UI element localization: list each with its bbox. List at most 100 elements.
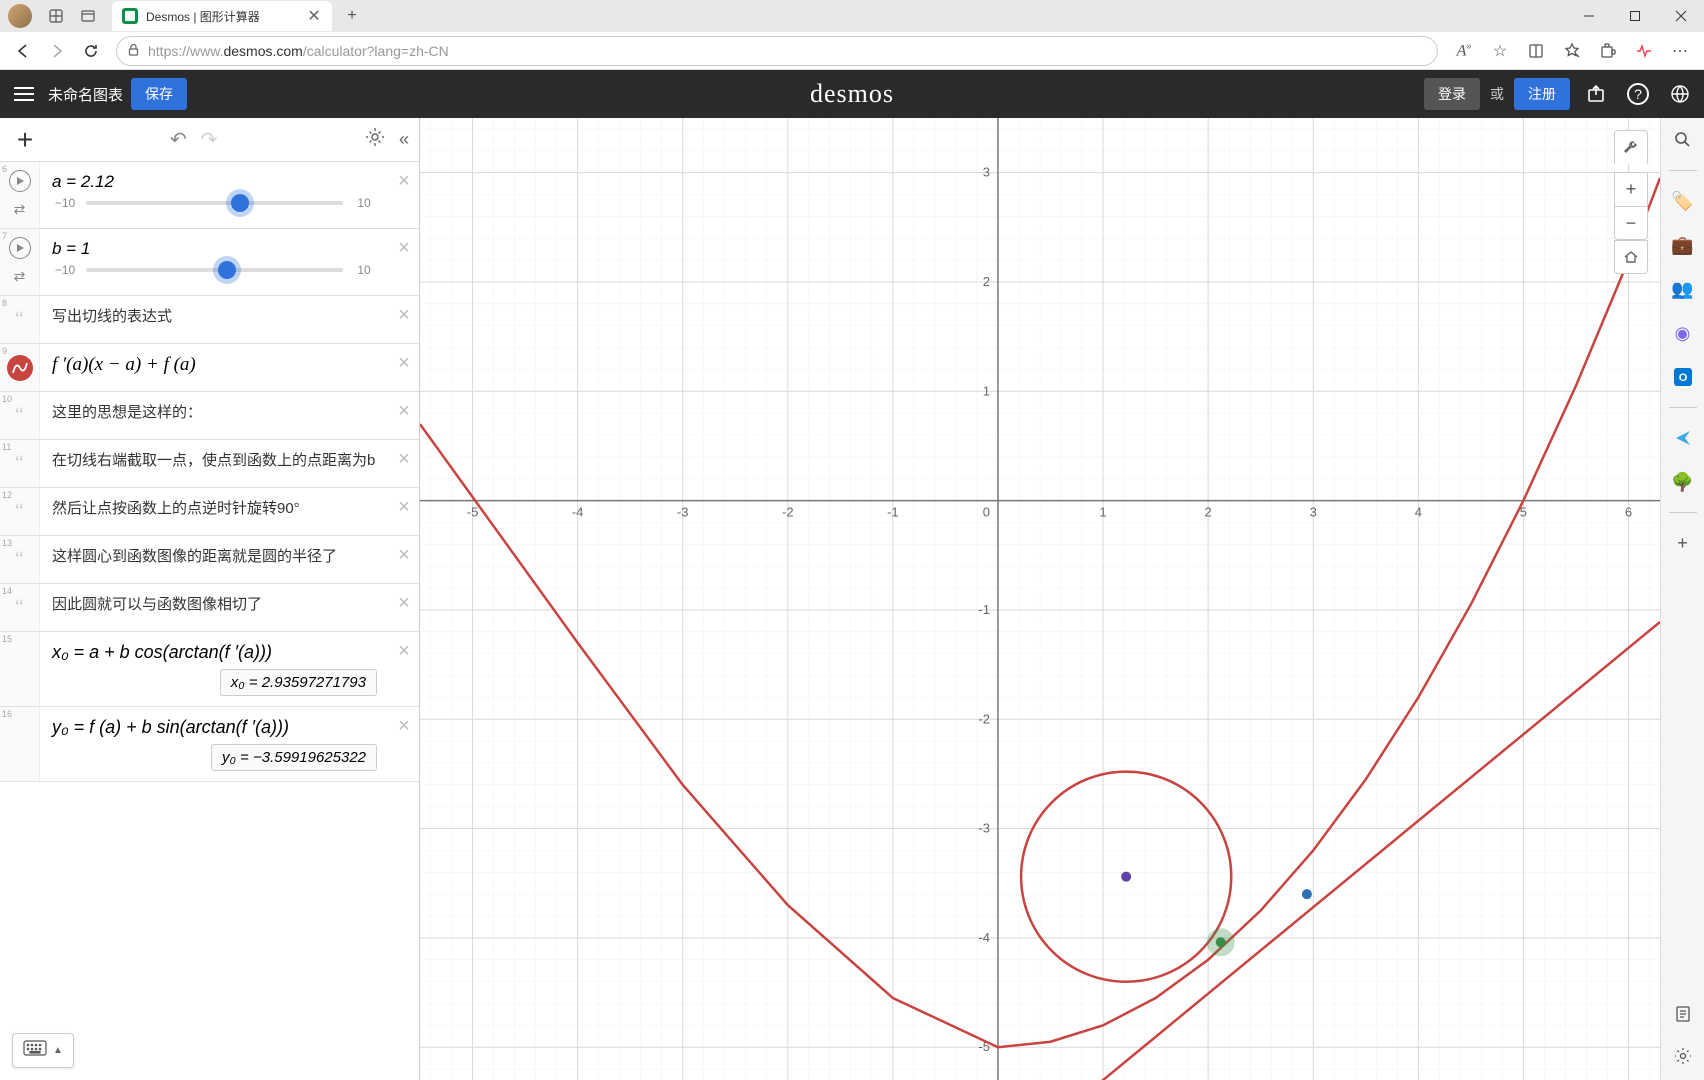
keyboard-toggle[interactable]: ▲	[12, 1033, 74, 1068]
maximize-button[interactable]	[1612, 0, 1658, 32]
signup-button[interactable]: 注册	[1514, 78, 1570, 110]
slider-max[interactable]: 10	[351, 196, 377, 210]
collections-icon[interactable]	[1518, 33, 1554, 69]
row-number: 7	[2, 231, 7, 241]
tools-sidebar-icon[interactable]: 💼	[1669, 231, 1697, 259]
refresh-button[interactable]	[74, 34, 108, 68]
new-tab-button[interactable]: +	[338, 2, 366, 30]
delete-row-icon[interactable]: ×	[389, 707, 419, 781]
add-expression-button[interactable]: +	[10, 124, 40, 156]
delete-row-icon[interactable]: ×	[389, 632, 419, 706]
delete-row-icon[interactable]: ×	[389, 344, 419, 391]
expression-row[interactable]: 7 ⇄ b = 1 −10 10 ×	[0, 229, 419, 296]
expression-row[interactable]: 15 x₀ = a + b cos(arctan(f ′(a))) x₀ = 2…	[0, 632, 419, 707]
expression-row[interactable]: 16 y₀ = f (a) + b sin(arctan(f ′(a))) y₀…	[0, 707, 419, 782]
expression-row[interactable]: 8 “ 写出切线的表达式 ×	[0, 296, 419, 344]
extensions-icon[interactable]	[1590, 33, 1626, 69]
performance-icon[interactable]	[1626, 33, 1662, 69]
zoom-out-button[interactable]: −	[1614, 206, 1648, 240]
language-icon[interactable]	[1664, 78, 1696, 110]
outlook-sidebar-icon[interactable]: O	[1669, 363, 1697, 391]
games-sidebar-icon[interactable]: 👥	[1669, 275, 1697, 303]
expression-row[interactable]: 6 ⇄ a = 2.12 −10 10 ×	[0, 162, 419, 229]
workspaces-icon[interactable]	[40, 0, 72, 32]
expression-text[interactable]: y₀ = f (a) + b sin(arctan(f ′(a)))	[52, 717, 377, 738]
delete-row-icon[interactable]: ×	[389, 229, 419, 295]
graph-settings-icon[interactable]	[1614, 130, 1648, 164]
tree-sidebar-icon[interactable]: 🌳	[1669, 468, 1697, 496]
home-button[interactable]	[1614, 240, 1648, 274]
expression-row[interactable]: 9 f ′(a)(x − a) + f (a) ×	[0, 344, 419, 392]
expression-text[interactable]: x₀ = a + b cos(arctan(f ′(a)))	[52, 642, 377, 663]
or-text: 或	[1490, 84, 1504, 104]
collapse-panel-icon[interactable]: «	[399, 129, 409, 150]
zoom-in-button[interactable]: +	[1614, 172, 1648, 206]
settings-sidebar-icon[interactable]	[1669, 1042, 1697, 1070]
delete-row-icon[interactable]: ×	[389, 440, 419, 487]
tab-desmos[interactable]: Desmos | 图形计算器 ✕	[112, 1, 332, 31]
note-text[interactable]: 因此圆就可以与函数图像相切了	[40, 584, 389, 631]
favorite-icon[interactable]: ☆	[1482, 33, 1518, 69]
settings-icon[interactable]	[365, 127, 385, 152]
expression-text[interactable]: b = 1	[52, 239, 377, 259]
note-sidebar-icon[interactable]	[1669, 1000, 1697, 1028]
save-button[interactable]: 保存	[131, 78, 187, 110]
note-text[interactable]: 这里的思想是这样的：	[40, 392, 389, 439]
slider-min[interactable]: −10	[52, 263, 78, 277]
svg-text:3: 3	[1310, 505, 1317, 520]
share-icon[interactable]	[1580, 78, 1612, 110]
help-icon[interactable]: ?	[1622, 78, 1654, 110]
window-controls	[1566, 0, 1704, 32]
more-icon[interactable]: ⋯	[1662, 33, 1698, 69]
favorites-bar-icon[interactable]	[1554, 33, 1590, 69]
back-button[interactable]	[6, 34, 40, 68]
expression-row[interactable]: 11 “ 在切线右端截取一点，使点到函数上的点距离为b ×	[0, 440, 419, 488]
close-window-button[interactable]	[1658, 0, 1704, 32]
redo-button[interactable]: ↷	[201, 127, 218, 152]
chevron-up-icon: ▲	[53, 1045, 63, 1056]
close-tab-icon[interactable]: ✕	[306, 8, 322, 24]
svg-text:O: O	[1678, 372, 1687, 384]
copilot-sidebar-icon[interactable]: ◉	[1669, 319, 1697, 347]
browser-tabs-bar: Desmos | 图形计算器 ✕ +	[0, 0, 1704, 32]
expression-row[interactable]: 10 “ 这里的思想是这样的： ×	[0, 392, 419, 440]
expression-row[interactable]: 14 “ 因此圆就可以与函数图像相切了 ×	[0, 584, 419, 632]
menu-button[interactable]	[8, 78, 40, 110]
send-sidebar-icon[interactable]	[1669, 424, 1697, 452]
delete-row-icon[interactable]: ×	[389, 536, 419, 583]
expression-row[interactable]: 13 “ 这样圆心到函数图像的距离就是圆的半径了 ×	[0, 536, 419, 584]
delete-row-icon[interactable]: ×	[389, 392, 419, 439]
slider[interactable]	[86, 268, 343, 272]
url-input[interactable]: https://www.desmos.com/calculator?lang=z…	[116, 36, 1438, 66]
delete-row-icon[interactable]: ×	[389, 296, 419, 343]
note-text[interactable]: 然后让点按函数上的点逆时针旋转90°	[40, 488, 389, 535]
note-text[interactable]: 这样圆心到函数图像的距离就是圆的半径了	[40, 536, 389, 583]
delete-row-icon[interactable]: ×	[389, 584, 419, 631]
lock-icon	[127, 43, 140, 59]
delete-row-icon[interactable]: ×	[389, 162, 419, 228]
search-sidebar-icon[interactable]	[1669, 126, 1697, 154]
address-bar: https://www.desmos.com/calculator?lang=z…	[0, 32, 1704, 70]
profile-avatar[interactable]	[8, 4, 32, 28]
slider-min[interactable]: −10	[52, 196, 78, 210]
read-aloud-icon[interactable]: A»	[1446, 33, 1482, 69]
expression-toolbar: + ↶ ↷ «	[0, 118, 419, 162]
undo-button[interactable]: ↶	[170, 127, 187, 152]
note-text[interactable]: 写出切线的表达式	[40, 296, 389, 343]
expression-text[interactable]: a = 2.12	[52, 172, 377, 192]
login-button[interactable]: 登录	[1424, 78, 1480, 110]
slider[interactable]	[86, 201, 343, 205]
shopping-sidebar-icon[interactable]: 🏷️	[1669, 187, 1697, 215]
graph-title[interactable]: 未命名图表	[48, 84, 123, 105]
graph-area[interactable]: -5-4-3-2-1123456-5-4-3-2-11230 + −	[420, 118, 1660, 1080]
delete-row-icon[interactable]: ×	[389, 488, 419, 535]
add-sidebar-icon[interactable]: +	[1669, 529, 1697, 557]
expression-list[interactable]: 6 ⇄ a = 2.12 −10 10 × 7	[0, 162, 419, 1080]
expression-text[interactable]: f ′(a)(x − a) + f (a)	[40, 344, 389, 391]
expression-row[interactable]: 12 “ 然后让点按函数上的点逆时针旋转90° ×	[0, 488, 419, 536]
slider-max[interactable]: 10	[351, 263, 377, 277]
minimize-button[interactable]	[1566, 0, 1612, 32]
graph-canvas[interactable]: -5-4-3-2-1123456-5-4-3-2-11230	[420, 118, 1660, 1080]
note-text[interactable]: 在切线右端截取一点，使点到函数上的点距离为b	[40, 440, 389, 487]
tab-actions-icon[interactable]	[72, 0, 104, 32]
